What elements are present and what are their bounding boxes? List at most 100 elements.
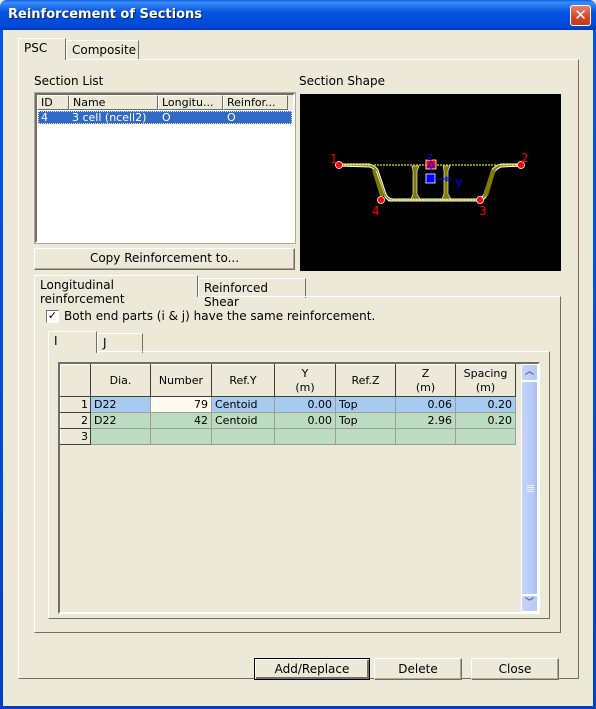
cell-dia[interactable]: D22 (90, 396, 151, 413)
same-reinforcement-checkbox[interactable]: ✓ (46, 310, 59, 323)
cell-y[interactable]: 0.00 (274, 396, 336, 413)
thumb-grip (527, 489, 534, 490)
dialog-client: PSC Composite Section List ID Name Longi… (3, 30, 593, 706)
title-bar[interactable]: Reinforcement of Sections ✕ (0, 0, 596, 30)
column-longitudinal[interactable]: Longitu... (158, 95, 223, 110)
column-reinforced[interactable]: Reinfor... (223, 95, 288, 110)
header-number[interactable]: Number (150, 364, 212, 397)
cell-y[interactable] (274, 428, 336, 445)
cell-ref-y[interactable]: Centoid (211, 412, 275, 429)
section-shape-label: Section Shape (299, 74, 385, 88)
point-3 (476, 196, 484, 204)
header-ref-z[interactable]: Ref.Z (335, 364, 396, 397)
header-number-text: Number (158, 373, 204, 387)
scroll-down-button[interactable]: ﹀ (521, 595, 538, 612)
section-list-row[interactable]: 4 3 cell (ncell2) O O (38, 111, 292, 124)
tab-end-i-label: I (54, 334, 58, 348)
row-header[interactable]: 3 (60, 428, 91, 445)
table-row[interactable]: 2 D22 42 Centoid 0.00 Top 2.96 0.20 (60, 412, 516, 429)
header-y-unit: (m) (295, 380, 315, 394)
header-ref-y-text: Ref.Y (229, 373, 257, 387)
scroll-up-button[interactable]: ︿ (521, 364, 538, 381)
scrollbar-thumb[interactable] (521, 381, 538, 595)
cell-number[interactable]: 42 (150, 412, 212, 429)
point-label-4: 4 (372, 204, 380, 218)
column-id[interactable]: ID (37, 95, 69, 110)
cell-spacing[interactable]: 0.20 (455, 396, 516, 413)
section-shape-svg: 1 2 3 4 z y (330, 150, 529, 218)
chevron-down-icon: ﹀ (524, 598, 534, 608)
header-spacing-unit: (m) (475, 380, 496, 394)
cell-ref-y[interactable] (211, 428, 275, 445)
grid-corner (60, 364, 91, 397)
reinforcement-table: Dia. Number Ref.Y Y (m) Ref.Z Z (m) Spacin… (60, 364, 516, 445)
same-reinforcement-label: Both end parts (i & j) have the same rei… (64, 309, 376, 323)
checkmark-icon: ✓ (47, 309, 58, 322)
cell-z[interactable]: 0.06 (395, 396, 456, 413)
reinforcement-grid[interactable]: Dia. Number Ref.Y Y (m) Ref.Z Z (m) Spacin… (58, 362, 540, 614)
window-title: Reinforcement of Sections (8, 7, 203, 22)
cell-number[interactable]: 79 (150, 396, 212, 413)
row-id: 4 (41, 111, 48, 124)
delete-button[interactable]: Delete (374, 658, 462, 680)
header-spacing[interactable]: Spacing (m) (455, 364, 516, 397)
section-shape-view[interactable]: 1 2 3 4 z y (300, 94, 561, 271)
cell-z[interactable]: 2.96 (395, 412, 456, 429)
cell-number[interactable] (150, 428, 212, 445)
cell-z[interactable] (395, 428, 456, 445)
close-x-icon: ✕ (574, 6, 587, 24)
header-y[interactable]: Y (m) (274, 364, 336, 397)
cell-ref-y[interactable]: Centoid (211, 396, 275, 413)
close-button[interactable]: Close (471, 658, 559, 680)
z-axis-label: z (427, 150, 433, 163)
section-web-inner-1 (410, 165, 421, 200)
section-web-right (483, 169, 496, 196)
header-ref-y[interactable]: Ref.Y (211, 364, 275, 397)
header-z-text: Z (421, 366, 430, 380)
cell-dia[interactable] (90, 428, 151, 445)
chevron-up-icon: ︿ (524, 367, 534, 377)
tab-psc-label: PSC (24, 41, 48, 55)
copy-reinforcement-button[interactable]: Copy Reinforcement to... (34, 248, 295, 270)
section-list[interactable]: ID Name Longitu... Reinfor... 4 3 cell (… (34, 92, 296, 244)
cell-spacing[interactable]: 0.20 (455, 412, 516, 429)
cell-y[interactable]: 0.00 (274, 412, 336, 429)
grid-vertical-scrollbar[interactable]: ︿ ﹀ (521, 364, 538, 612)
close-window-button[interactable]: ✕ (570, 5, 591, 26)
cell-ref-z[interactable]: Top (335, 412, 396, 429)
header-dia[interactable]: Dia. (90, 364, 151, 397)
header-z[interactable]: Z (m) (395, 364, 456, 397)
tab-composite[interactable]: Composite (66, 40, 139, 60)
header-ref-z-text: Ref.Z (351, 373, 380, 387)
tab-end-j[interactable]: J (97, 333, 143, 353)
dialog-window: Reinforcement of Sections ✕ PSC Composit… (0, 0, 596, 709)
grid-header-row: Dia. Number Ref.Y Y (m) Ref.Z Z (m) Spacin… (60, 364, 516, 397)
column-name[interactable]: Name (69, 95, 158, 110)
tab-end-j-label: J (103, 336, 107, 350)
section-web-inner-2 (441, 165, 452, 200)
tab-psc[interactable]: PSC (18, 38, 66, 60)
thumb-grip (527, 485, 534, 486)
row-longitudinal: O (162, 111, 171, 124)
section-list-label: Section List (34, 74, 104, 88)
point-label-3: 3 (479, 204, 487, 218)
thumb-grip (527, 487, 534, 488)
cell-dia[interactable]: D22 (90, 412, 151, 429)
row-header[interactable]: 1 (60, 396, 91, 413)
tab-longitudinal-reinforcement[interactable]: Longitudinal reinforcement (34, 275, 198, 306)
tab-end-i[interactable]: I (48, 331, 97, 353)
tab-reinforced-shear[interactable]: Reinforced Shear (198, 278, 306, 309)
cell-ref-z[interactable] (335, 428, 396, 445)
point-4 (377, 196, 385, 204)
header-dia-text: Dia. (109, 373, 132, 387)
add-replace-button[interactable]: Add/Replace (254, 658, 370, 680)
thumb-grip (527, 491, 534, 492)
cell-spacing[interactable] (455, 428, 516, 445)
tab-longitudinal-label: Longitudinal reinforcement (40, 278, 125, 306)
table-row[interactable]: 1 D22 79 Centoid 0.00 Top 0.06 0.20 (60, 396, 516, 413)
cell-ref-z[interactable]: Top (335, 396, 396, 413)
row-header[interactable]: 2 (60, 412, 91, 429)
table-row[interactable]: 3 (60, 428, 516, 445)
point-label-2: 2 (521, 151, 529, 165)
row-reinforced: O (227, 111, 236, 124)
